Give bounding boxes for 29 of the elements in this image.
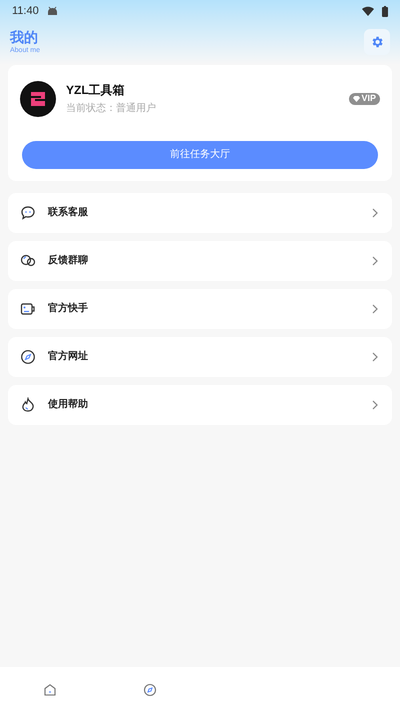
menu-item[interactable]: 联系客服 [8, 192, 392, 232]
menu-item[interactable]: 官方网址 [8, 336, 392, 376]
flame-icon [20, 396, 36, 412]
chevron-right-icon [372, 304, 378, 314]
user-name: YZL工具箱 [66, 82, 126, 99]
chat-bubble-icon [20, 204, 36, 220]
battery-icon [382, 6, 388, 16]
chevron-right-icon [372, 352, 378, 362]
wifi-icon [362, 6, 374, 16]
logo-icon [30, 92, 46, 106]
compass-icon [20, 348, 36, 364]
chevron-right-icon [372, 256, 378, 266]
chevron-right-icon [372, 400, 378, 410]
two-bubbles-icon [20, 252, 36, 268]
menu-item[interactable]: 反馈群聊 [8, 240, 392, 280]
page-title: 我的 [10, 28, 39, 46]
settings-button[interactable] [364, 29, 390, 56]
chevron-right-icon [372, 208, 378, 218]
settings-icon [370, 35, 384, 50]
user-status: 当前状态：普通用户 [66, 102, 157, 116]
vip-label: VIP [361, 94, 376, 103]
android-icon [46, 6, 58, 16]
status-time: 11:40 [12, 4, 39, 19]
diamond-icon [353, 96, 360, 102]
menu-item[interactable]: 使用帮助 [8, 384, 392, 424]
id-card-icon [20, 300, 36, 316]
home-icon[interactable] [43, 682, 57, 696]
compass-icon[interactable] [143, 682, 157, 696]
menu-item[interactable]: 官方快手 [8, 288, 392, 328]
